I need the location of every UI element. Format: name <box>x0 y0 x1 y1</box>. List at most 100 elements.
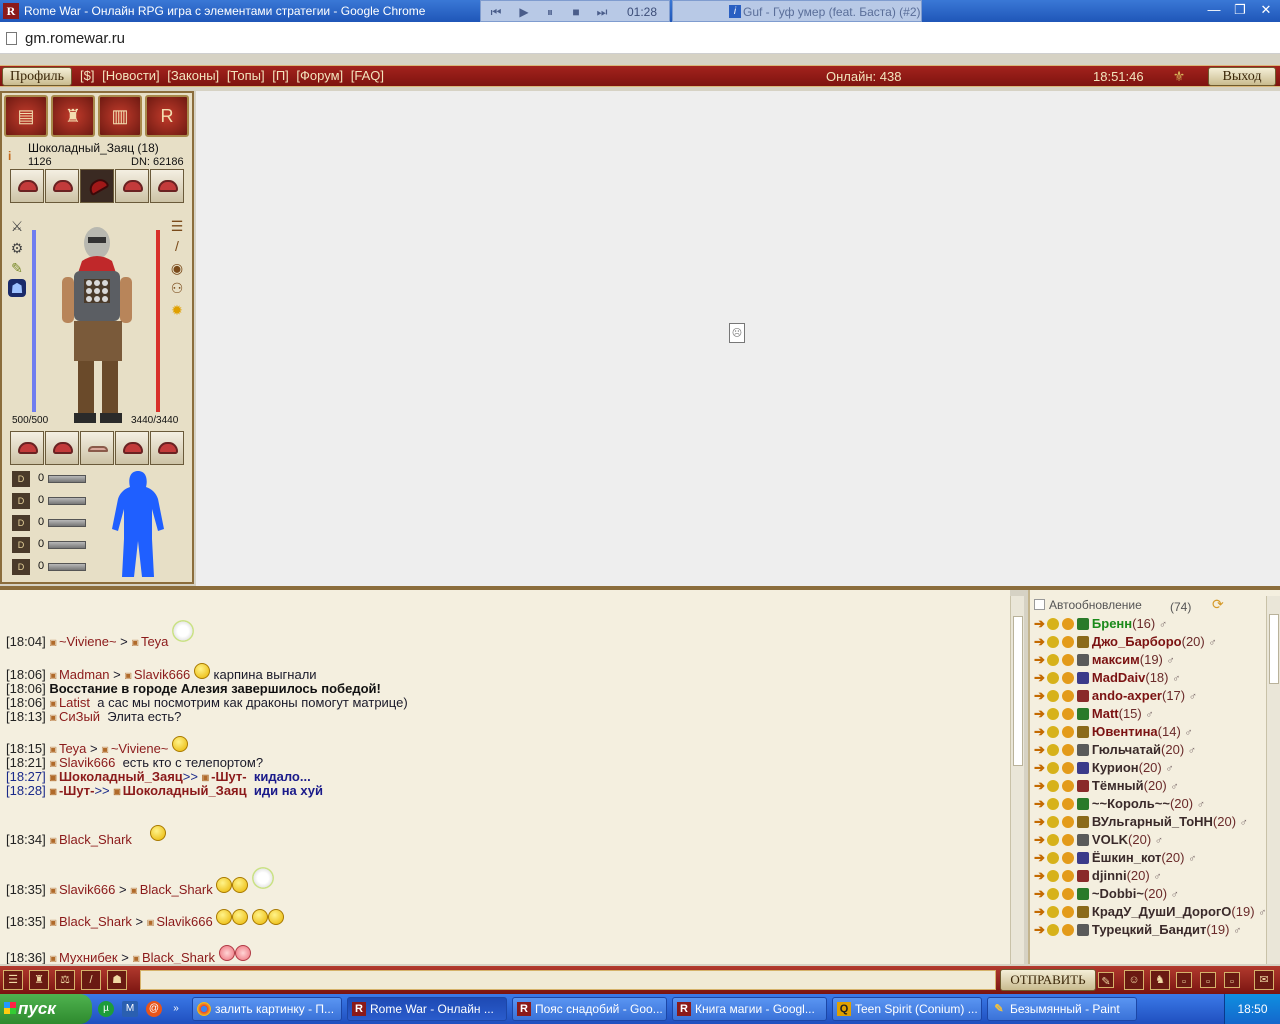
prev-track-icon[interactable]: ⏮ <box>485 4 507 20</box>
private-message-arrow-icon[interactable]: ➔ <box>1034 814 1045 829</box>
mail-icon[interactable]: ✉ <box>1254 970 1274 990</box>
clan-badge-icon[interactable] <box>1076 726 1089 738</box>
chat-nick[interactable]: Slavik666 <box>49 882 115 897</box>
mailru-icon[interactable]: @ <box>146 1001 162 1017</box>
chat-nick[interactable]: Teya <box>131 634 168 649</box>
info-icon[interactable] <box>1046 744 1059 756</box>
user-row[interactable]: ➔ djinni(20) ♂ <box>1034 868 1162 886</box>
hero-icon[interactable]: ♞ <box>1150 970 1170 990</box>
user-name[interactable]: ~~Король~~ <box>1092 796 1170 811</box>
auto-refresh-checkbox[interactable]: Автообновление <box>1034 598 1142 612</box>
task-button-6[interactable]: ✎ Безымянный - Paint <box>987 997 1137 1021</box>
user-row[interactable]: ➔ Джо_Барборо(20) ♂ <box>1034 634 1217 652</box>
info-icon[interactable]: i <box>8 149 18 163</box>
info-icon[interactable] <box>1046 816 1059 828</box>
task-button-4[interactable]: R Книга магии - Googl... <box>672 997 827 1021</box>
people-icon[interactable]: ⚇ <box>168 279 186 297</box>
clan-badge-icon[interactable] <box>1076 888 1089 900</box>
user-row[interactable]: ➔ ВУльгарный_ТоНН(20) ♂ <box>1034 814 1248 832</box>
private-message-arrow-icon[interactable]: ➔ <box>1034 796 1045 811</box>
close-icon[interactable]: ✕ <box>1254 1 1278 19</box>
refresh-icon[interactable]: ⟳ <box>1212 596 1224 613</box>
user-row[interactable]: ➔ MadDaiv(18) ♂ <box>1034 670 1180 688</box>
equip-slot-6[interactable] <box>10 431 44 465</box>
profile-button[interactable]: Профиль <box>2 67 72 86</box>
character-icon[interactable]: ♜ <box>51 95 95 137</box>
restore-icon[interactable]: ❐ <box>1228 1 1252 19</box>
nav-link-p[interactable]: [П] <box>272 68 289 83</box>
users-scrollbar[interactable] <box>1266 596 1280 964</box>
private-message-arrow-icon[interactable]: ➔ <box>1034 778 1045 793</box>
private-message-arrow-icon[interactable]: ➔ <box>1034 922 1045 937</box>
scroll-thumb[interactable] <box>1013 616 1023 766</box>
user-name[interactable]: Курион <box>1092 760 1139 775</box>
private-message-arrow-icon[interactable]: ➔ <box>1034 670 1045 685</box>
pen-icon[interactable]: ✎ <box>1098 972 1114 988</box>
clan-badge-icon[interactable] <box>1076 798 1089 810</box>
helmet-icon[interactable]: ☗ <box>8 279 26 297</box>
user-name[interactable]: КрадУ_ДушИ_ДорогО <box>1092 904 1232 919</box>
chat-nick[interactable]: -Шут- <box>202 769 247 784</box>
nav-link-laws[interactable]: [Законы] <box>167 68 219 83</box>
info-icon[interactable] <box>1046 672 1059 684</box>
chat-nick[interactable]: Шоколадный_Заяц <box>49 769 182 784</box>
scroll-icon[interactable]: ☰ <box>168 217 186 235</box>
chat-nick[interactable]: Teya <box>49 741 86 756</box>
info-icon[interactable] <box>1046 888 1059 900</box>
info-icon[interactable] <box>1046 708 1059 720</box>
clan-badge-icon[interactable] <box>1076 834 1089 846</box>
chat-nick[interactable]: Black_Shark <box>132 950 215 964</box>
user-name[interactable]: Тёмный <box>1092 778 1144 793</box>
send-button[interactable]: ОТПРАВИТЬ <box>1000 969 1096 991</box>
chat-nick[interactable]: -Шут- <box>49 783 94 798</box>
next-track-icon[interactable]: ⏭ <box>591 4 613 20</box>
equip-slot-3[interactable] <box>80 169 114 203</box>
chat-nick[interactable]: Шоколадный_Заяц <box>113 783 246 798</box>
chat-nick[interactable]: СиЗый <box>49 709 100 724</box>
user-row[interactable]: ➔ Тёмный(20) ♂ <box>1034 778 1179 796</box>
chat-nick[interactable]: Latist <box>49 695 90 710</box>
info-icon[interactable] <box>1046 924 1059 936</box>
user-row[interactable]: ➔ ~Dobbi~(20) ♂ <box>1034 886 1179 904</box>
user-row[interactable]: ➔ Бренн(16) ♂ <box>1034 616 1167 634</box>
stop-icon[interactable]: ■ <box>565 4 587 20</box>
chat-input[interactable] <box>140 970 996 990</box>
book-icon[interactable]: R <box>145 95 189 137</box>
clear-icon[interactable]: ▫ <box>1176 972 1192 988</box>
user-name[interactable]: Ёшкин_кот <box>1092 850 1161 865</box>
info-icon[interactable] <box>1046 636 1059 648</box>
user-name[interactable]: ВУльгарный_ТоНН <box>1092 814 1213 829</box>
chat-nick[interactable]: ~Viviene~ <box>49 634 116 649</box>
chat-nick[interactable]: Madman <box>49 667 109 682</box>
private-message-arrow-icon[interactable]: ➔ <box>1034 760 1045 775</box>
play-icon[interactable]: ▶ <box>513 4 535 20</box>
chat-nick[interactable]: ~Viviene~ <box>101 741 168 756</box>
task-button-5[interactable]: Q Teen Spirit (Conium) ... <box>832 997 982 1021</box>
equip-slot-7[interactable] <box>45 431 79 465</box>
user-row[interactable]: ➔ Курион(20) ♂ <box>1034 760 1174 778</box>
nav-link-tops[interactable]: [Топы] <box>227 68 265 83</box>
clan-badge-icon[interactable] <box>1076 636 1089 648</box>
nav-link-faq[interactable]: [FAQ] <box>351 68 384 83</box>
equip-slot-1[interactable] <box>10 169 44 203</box>
minimize-icon[interactable]: — <box>1202 1 1226 19</box>
utorrent-icon[interactable]: µ <box>98 1001 114 1017</box>
crossed-swords-icon[interactable]: ⚔ <box>8 217 26 235</box>
user-row[interactable]: ➔ ~~Король~~(20) ♂ <box>1034 796 1205 814</box>
user-name[interactable]: ~Dobbi~ <box>1092 886 1144 901</box>
info-icon[interactable] <box>1046 690 1059 702</box>
user-name[interactable]: MadDaiv <box>1092 670 1145 685</box>
clan-badge-icon[interactable] <box>1076 690 1089 702</box>
chat-mode-icon[interactable]: ☰ <box>3 970 23 990</box>
more-icon[interactable]: » <box>168 1001 184 1017</box>
user-name[interactable]: Бренн <box>1092 616 1132 631</box>
info-icon[interactable] <box>1046 762 1059 774</box>
info-icon[interactable] <box>1046 618 1059 630</box>
equip-slot-2[interactable] <box>45 169 79 203</box>
info-icon[interactable] <box>1046 870 1059 882</box>
user-row[interactable]: ➔ Matt(15) ♂ <box>1034 706 1154 724</box>
chat-nick[interactable]: Black_Shark <box>49 832 132 847</box>
task-button-1[interactable]: залить картинку - П... <box>192 997 342 1021</box>
quill-icon[interactable]: ✎ <box>8 259 26 277</box>
chat-nick[interactable]: Black_Shark <box>130 882 213 897</box>
